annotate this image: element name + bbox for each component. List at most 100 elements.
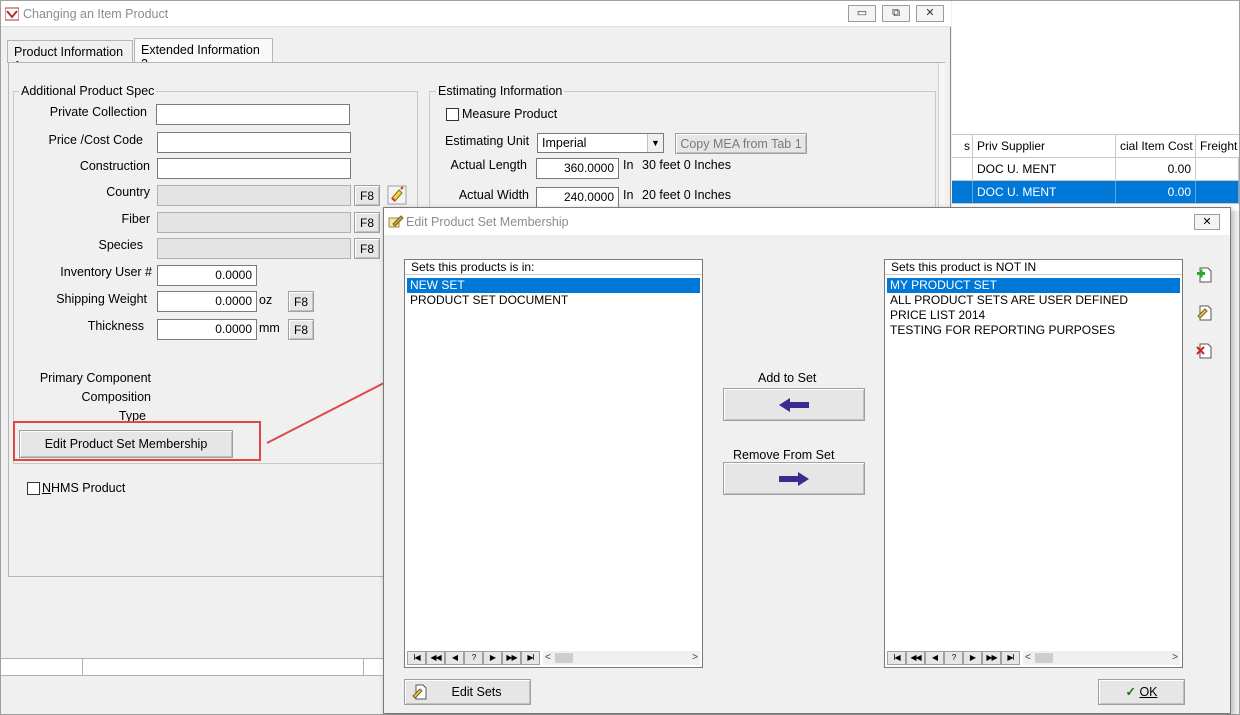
private-collection-input[interactable] [156, 104, 350, 125]
add-set-icon[interactable] [1196, 266, 1214, 284]
first-record-button[interactable]: I◀ [407, 651, 426, 665]
scroll-left-icon[interactable]: < [545, 651, 551, 665]
next-page-button[interactable]: ▶▶ [982, 651, 1001, 665]
inventory-user-label: Inventory User # [60, 265, 152, 279]
grid-cell: 0.00 [1116, 181, 1196, 204]
edit-set-icon[interactable] [1196, 304, 1214, 322]
dialog-close-button[interactable]: ✕ [1194, 214, 1220, 230]
grid-header-cell[interactable]: Freight [1196, 135, 1239, 157]
minimize-button[interactable]: ▭ [848, 5, 876, 22]
fiber-field [157, 212, 351, 233]
prev-record-button[interactable]: ◀ [925, 651, 944, 665]
delete-set-icon[interactable] [1196, 342, 1214, 360]
remove-from-set-label: Remove From Set [733, 448, 835, 462]
edit-pencil-icon [412, 684, 427, 700]
actual-width-input[interactable]: 240.0000 [536, 187, 619, 208]
actual-width-unit: In [623, 188, 634, 202]
dialog-title-bar: Edit Product Set Membership ✕ [384, 208, 1230, 235]
composition-label: Composition [81, 390, 151, 404]
arrow-right-icon [779, 472, 809, 486]
next-page-button[interactable]: ▶▶ [502, 651, 521, 665]
construction-input[interactable] [157, 158, 351, 179]
add-to-set-label: Add to Set [758, 371, 817, 385]
first-record-button[interactable]: I◀ [887, 651, 906, 665]
estimating-unit-select[interactable]: Imperial ▼ [537, 133, 664, 153]
last-record-button[interactable]: ▶I [521, 651, 540, 665]
list-item[interactable]: PRICE LIST 2014 [887, 308, 1180, 323]
grid-header-cell[interactable]: s [952, 135, 973, 157]
next-record-button[interactable]: ▶ [963, 651, 982, 665]
measure-product-label: Measure Product [462, 107, 558, 121]
arrow-left-icon [779, 398, 809, 412]
prev-page-button[interactable]: ◀◀ [426, 651, 445, 665]
scroll-right-icon[interactable]: > [1172, 651, 1178, 665]
measure-product-checkbox[interactable] [446, 108, 459, 121]
edit-sets-button[interactable]: Edit Sets [404, 679, 531, 705]
scroll-right-icon[interactable]: > [692, 651, 698, 665]
actual-width-label: Actual Width [458, 188, 529, 202]
horizontal-scrollbar[interactable]: < > [543, 651, 700, 665]
sets-in-listbox[interactable]: Sets this products is in: NEW SET PRODUC… [404, 259, 703, 668]
actual-length-input[interactable]: 360.0000 [536, 158, 619, 179]
shipping-weight-f8-button[interactable]: F8 [288, 291, 314, 312]
tab-label: Extended Information [141, 43, 260, 57]
grid-row-selected[interactable]: DOC U. MENT 0.00 [952, 181, 1239, 204]
horizontal-scrollbar[interactable]: < > [1023, 651, 1180, 665]
species-field [157, 238, 351, 259]
main-window-title: Changing an Item Product [23, 7, 169, 21]
prev-page-button[interactable]: ◀◀ [906, 651, 925, 665]
list-item[interactable]: PRODUCT SET DOCUMENT [407, 293, 700, 308]
scroll-left-icon[interactable]: < [1025, 651, 1031, 665]
close-button[interactable]: ✕ [916, 5, 944, 22]
nhms-product-checkbox[interactable] [27, 482, 40, 495]
restore-button[interactable]: ⧉ [882, 5, 910, 22]
grid-header-cell[interactable]: Priv Supplier [973, 135, 1116, 157]
fiber-label: Fiber [121, 212, 150, 226]
dialog-title: Edit Product Set Membership [406, 215, 569, 229]
grid-cell [1196, 181, 1239, 204]
last-record-button[interactable]: ▶I [1001, 651, 1020, 665]
add-to-set-button[interactable] [723, 388, 865, 421]
chevron-down-icon[interactable]: ▼ [647, 134, 663, 152]
shipping-weight-label: Shipping Weight [56, 292, 147, 306]
scroll-thumb[interactable] [1035, 653, 1053, 663]
copy-mea-button[interactable]: Copy MEA from Tab 1 [675, 133, 807, 154]
prev-record-button[interactable]: ◀ [445, 651, 464, 665]
next-record-button[interactable]: ▶ [483, 651, 502, 665]
list-item[interactable]: ALL PRODUCT SETS ARE USER DEFINED [887, 293, 1180, 308]
help-button[interactable]: ? [464, 651, 483, 665]
grid-cell [1196, 158, 1239, 181]
remove-from-set-button[interactable] [723, 462, 865, 495]
sets-in-nav: I◀ ◀◀ ◀ ? ▶ ▶▶ ▶I < > [407, 651, 700, 665]
status-strip [1, 658, 383, 676]
sets-not-in-listbox[interactable]: Sets this product is NOT IN MY PRODUCT S… [884, 259, 1183, 668]
estimating-legend: Estimating Information [436, 84, 565, 98]
sets-in-header: Sets this products is in: [405, 260, 702, 275]
nhms-shortcut: N [42, 481, 52, 495]
help-button[interactable]: ? [944, 651, 963, 665]
list-item[interactable]: MY PRODUCT SET [887, 278, 1180, 293]
price-cost-code-input[interactable] [157, 132, 351, 153]
country-f8-button[interactable]: F8 [354, 185, 380, 206]
scroll-thumb[interactable] [555, 653, 573, 663]
list-item[interactable]: TESTING FOR REPORTING PURPOSES [887, 323, 1180, 338]
actual-width-text: 20 feet 0 Inches [642, 188, 731, 202]
species-f8-button[interactable]: F8 [354, 238, 380, 259]
thickness-input[interactable]: 0.0000 [157, 319, 257, 340]
fiber-f8-button[interactable]: F8 [354, 212, 380, 233]
grid-row[interactable]: DOC U. MENT 0.00 [952, 158, 1239, 181]
inventory-user-input[interactable]: 0.0000 [157, 265, 257, 286]
thickness-label: Thickness [87, 319, 144, 333]
thickness-f8-button[interactable]: F8 [288, 319, 314, 340]
estimating-unit-value: Imperial [542, 136, 587, 150]
ok-button[interactable]: ✓ OK [1098, 679, 1185, 705]
tab-product-information[interactable]: Product Information 1 [7, 40, 133, 73]
grid-header-cell[interactable]: cial Item Cost [1116, 135, 1196, 157]
list-item[interactable]: NEW SET [407, 278, 700, 293]
tab-extended-information[interactable]: Extended Information 2 [134, 38, 273, 71]
eraser-icon[interactable] [386, 184, 408, 206]
country-field [157, 185, 351, 206]
shipping-weight-input[interactable]: 0.0000 [157, 291, 257, 312]
status-separator [82, 659, 83, 675]
species-label: Species [98, 238, 143, 252]
